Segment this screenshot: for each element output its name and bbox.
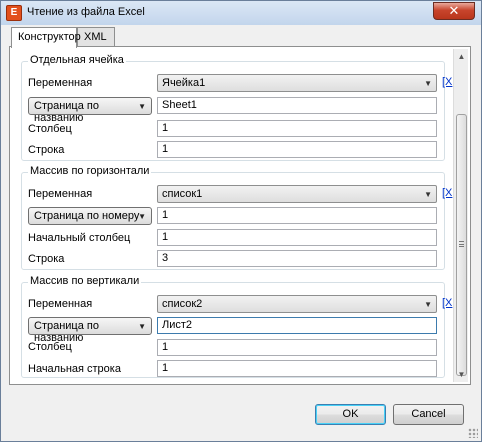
group-title: Отдельная ячейка: [28, 54, 126, 66]
remove-variable-link[interactable]: [X: [442, 76, 452, 88]
column-input[interactable]: 1: [157, 120, 437, 137]
scrollbar-thumb[interactable]: [456, 114, 467, 376]
scroll-down-icon[interactable]: ▼: [454, 367, 469, 382]
chevron-down-icon: ▼: [138, 212, 146, 221]
chevron-down-icon: ▼: [424, 79, 432, 88]
grip-icon: [459, 241, 464, 247]
page-mode-select[interactable]: Страница по номеру ▼: [28, 207, 152, 225]
start-column-label: Начальный столбец: [28, 232, 131, 244]
excel-app-icon: E: [6, 5, 22, 21]
vertical-scrollbar[interactable]: ▲ ▼: [453, 49, 468, 382]
window-title: Чтение из файла Excel: [27, 6, 145, 18]
group-title: Массив по горизонтали: [28, 165, 152, 177]
start-column-input[interactable]: 1: [157, 229, 437, 246]
title-bar[interactable]: E Чтение из файла Excel ✕: [1, 1, 481, 25]
chevron-down-icon: ▼: [138, 322, 146, 331]
column-input[interactable]: 1: [157, 339, 437, 356]
start-row-label: Начальная строка: [28, 363, 121, 375]
variable-select[interactable]: Ячейка1 ▼: [157, 74, 437, 92]
page-mode-value: Страница по названию: [34, 100, 99, 124]
group-horizontal-array: Массив по горизонтали Переменная список1…: [21, 165, 452, 270]
page-name-input[interactable]: Лист2: [157, 317, 437, 334]
scroll-up-icon[interactable]: ▲: [454, 49, 469, 64]
resize-grip-icon[interactable]: [468, 428, 478, 438]
variable-select-value: Ячейка1: [162, 77, 206, 89]
chevron-down-icon: ▼: [424, 300, 432, 309]
variable-label: Переменная: [28, 298, 93, 310]
cancel-button[interactable]: Cancel: [393, 404, 464, 425]
tab-constructor[interactable]: Конструктор: [11, 27, 81, 48]
group-single-cell: Отдельная ячейка Переменная Ячейка1 ▼ [X…: [21, 54, 452, 161]
ok-button[interactable]: OK: [315, 404, 386, 425]
page-mode-select[interactable]: Страница по названию ▼: [28, 97, 152, 124]
group-title: Массив по вертикали: [28, 275, 142, 287]
page-number-input[interactable]: 1: [157, 207, 437, 224]
chevron-down-icon: ▼: [424, 190, 432, 199]
variable-label: Переменная: [28, 188, 93, 200]
variable-select[interactable]: список1 ▼: [157, 185, 437, 203]
page-name-input[interactable]: Sheet1: [157, 97, 437, 114]
column-label: Столбец: [28, 123, 72, 135]
variable-select-value: список2: [162, 298, 203, 310]
row-label: Строка: [28, 144, 65, 156]
chevron-down-icon: ▼: [138, 102, 146, 111]
row-input[interactable]: 3: [157, 250, 437, 267]
row-label: Строка: [28, 253, 65, 265]
variable-select[interactable]: список2 ▼: [157, 295, 437, 313]
excel-read-dialog: E Чтение из файла Excel ✕ Конструктор XM…: [0, 0, 482, 442]
group-vertical-array: Массив по вертикали Переменная список2 ▼…: [21, 275, 452, 378]
row-input[interactable]: 1: [157, 141, 437, 158]
remove-variable-link[interactable]: [X: [442, 297, 452, 309]
page-mode-select[interactable]: Страница по названию ▼: [28, 317, 152, 344]
close-button[interactable]: ✕: [433, 2, 475, 20]
start-row-input[interactable]: 1: [157, 360, 437, 377]
constructor-panel: Отдельная ячейка Переменная Ячейка1 ▼ [X…: [9, 46, 471, 385]
variable-select-value: список1: [162, 188, 203, 200]
page-mode-value: Страница по номеру: [34, 210, 140, 222]
column-label: Столбец: [28, 341, 72, 353]
tab-xml[interactable]: XML: [77, 27, 115, 47]
variable-label: Переменная: [28, 77, 93, 89]
remove-variable-link[interactable]: [X: [442, 187, 452, 199]
